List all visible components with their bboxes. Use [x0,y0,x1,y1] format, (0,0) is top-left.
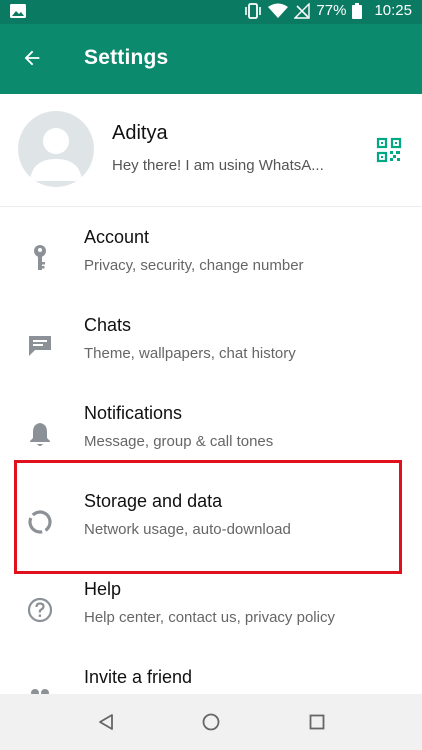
profile-section[interactable]: Aditya Hey there! I am using WhatsA... [0,94,422,207]
bell-icon [24,418,56,450]
battery-percentage: 77% [316,2,347,19]
wifi-icon [268,3,289,19]
settings-item-subtitle: Theme, wallpapers, chat history [84,345,296,362]
gallery-notification-icon [10,4,26,23]
avatar[interactable] [18,111,94,187]
settings-item-label: Invite a friend [84,667,193,687]
profile-status: Hey there! I am using WhatsA... [112,157,324,174]
vibrate-icon [244,2,262,19]
qr-code-icon[interactable] [376,137,402,163]
settings-item-help[interactable]: Help Help center, contact us, privacy po… [0,564,422,652]
home-circle-icon[interactable] [197,708,225,736]
settings-item-label: Chats [84,315,132,335]
settings-item-label: Help [84,579,122,599]
settings-item-label: Notifications [84,403,183,423]
recents-square-icon[interactable] [303,708,331,736]
status-bar: 77% 10:25 [0,0,422,24]
back-arrow-icon[interactable] [16,42,48,74]
settings-item-label: Account [84,227,150,247]
key-icon [24,242,56,274]
system-navigation-bar [0,694,422,750]
settings-item-account[interactable]: Account Privacy, security, change number [0,212,422,300]
app-bar: Settings [0,24,422,94]
no-signal-icon [294,2,311,19]
help-icon [24,594,56,626]
highlight-box [14,460,402,574]
settings-item-subtitle: Message, group & call tones [84,433,274,450]
settings-item-subtitle: Privacy, security, change number [84,257,304,274]
battery-icon [352,2,363,19]
settings-item-chats[interactable]: Chats Theme, wallpapers, chat history [0,300,422,388]
back-triangle-icon[interactable] [92,708,120,736]
default-avatar-icon [30,128,82,181]
chat-icon [24,330,56,362]
settings-item-subtitle: Help center, contact us, privacy policy [84,609,335,626]
page-title: Settings [84,46,169,69]
profile-name: Aditya [112,122,168,144]
clock-time: 10:25 [374,2,412,19]
